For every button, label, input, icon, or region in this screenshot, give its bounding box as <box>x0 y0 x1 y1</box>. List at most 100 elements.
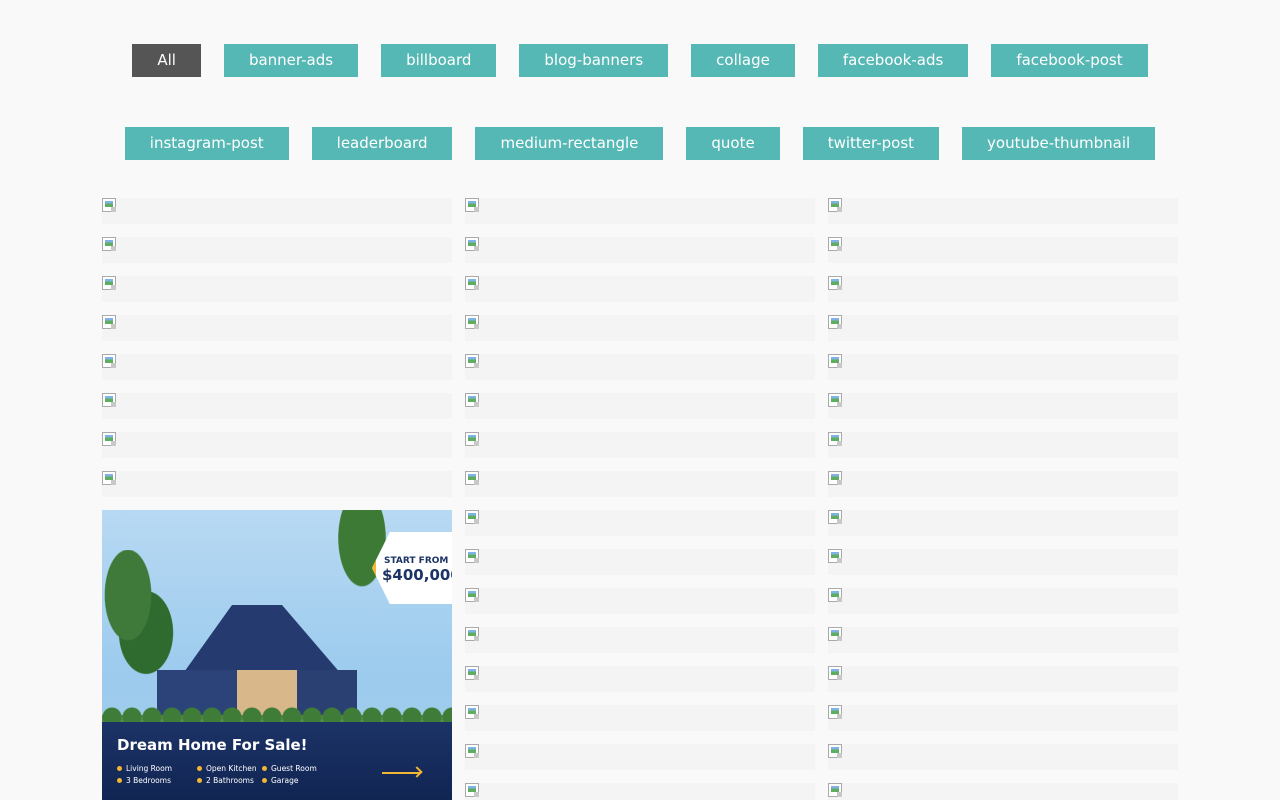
template-thumbnail[interactable] <box>465 783 815 800</box>
template-thumbnail[interactable] <box>828 432 1178 458</box>
filter-blog-banners-button[interactable]: blog-banners <box>519 44 669 77</box>
template-thumbnail[interactable] <box>465 354 815 380</box>
template-thumbnail[interactable] <box>465 510 815 536</box>
featured-template-card[interactable]: START FROM $400,000 Dream Home For Sale!… <box>102 510 452 800</box>
template-thumbnail[interactable] <box>102 198 452 224</box>
card-price-value: $400,000 <box>382 566 452 584</box>
template-thumbnail[interactable] <box>828 744 1178 770</box>
card-headline: Dream Home For Sale! <box>117 736 308 754</box>
broken-image-icon <box>828 744 842 758</box>
gallery-column-3 <box>828 198 1178 800</box>
card-amenity: Open Kitchen <box>197 764 262 773</box>
broken-image-icon <box>828 237 842 251</box>
template-thumbnail[interactable] <box>828 510 1178 536</box>
broken-image-icon <box>465 393 479 407</box>
template-thumbnail[interactable] <box>465 237 815 263</box>
arrow-right-icon <box>382 772 420 774</box>
filter-row-1: All banner-ads billboard blog-banners collag… <box>0 44 1280 77</box>
broken-image-icon <box>102 315 116 329</box>
card-amenity: Garage <box>262 776 342 785</box>
template-thumbnail[interactable] <box>828 393 1178 419</box>
template-thumbnail[interactable] <box>102 432 452 458</box>
broken-image-icon <box>102 276 116 290</box>
broken-image-icon <box>828 315 842 329</box>
template-thumbnail[interactable] <box>828 666 1178 692</box>
filter-youtube-thumbnail-button[interactable]: youtube-thumbnail <box>962 127 1156 160</box>
broken-image-icon <box>465 354 479 368</box>
template-thumbnail[interactable] <box>465 393 815 419</box>
template-thumbnail[interactable] <box>465 198 815 224</box>
template-thumbnail[interactable] <box>465 471 815 497</box>
broken-image-icon <box>465 237 479 251</box>
template-thumbnail[interactable] <box>465 705 815 731</box>
broken-image-icon <box>465 315 479 329</box>
template-thumbnail[interactable] <box>828 315 1178 341</box>
template-thumbnail[interactable] <box>828 276 1178 302</box>
template-thumbnail[interactable] <box>102 315 452 341</box>
template-thumbnail[interactable] <box>465 627 815 653</box>
filter-leaderboard-button[interactable]: leaderboard <box>311 127 453 160</box>
template-thumbnail[interactable] <box>465 549 815 575</box>
card-amenity: Living Room <box>117 764 197 773</box>
broken-image-icon <box>465 510 479 524</box>
filter-all-button[interactable]: All <box>132 44 201 77</box>
broken-image-icon <box>465 549 479 563</box>
gallery-column-2 <box>465 198 815 800</box>
template-thumbnail[interactable] <box>828 549 1178 575</box>
broken-image-icon <box>465 783 479 797</box>
broken-image-icon <box>828 705 842 719</box>
broken-image-icon <box>465 588 479 602</box>
template-thumbnail[interactable] <box>465 666 815 692</box>
broken-image-icon <box>828 627 842 641</box>
broken-image-icon <box>102 393 116 407</box>
broken-image-icon <box>828 783 842 797</box>
template-thumbnail[interactable] <box>102 276 452 302</box>
template-thumbnail[interactable] <box>465 432 815 458</box>
filter-facebook-post-button[interactable]: facebook-post <box>991 44 1148 77</box>
template-thumbnail[interactable] <box>828 237 1178 263</box>
template-thumbnail[interactable] <box>465 588 815 614</box>
template-thumbnail[interactable] <box>465 276 815 302</box>
template-thumbnail[interactable] <box>102 354 452 380</box>
filter-collage-button[interactable]: collage <box>691 44 795 77</box>
broken-image-icon <box>828 510 842 524</box>
broken-image-icon <box>465 705 479 719</box>
template-thumbnail[interactable] <box>102 393 452 419</box>
template-thumbnail[interactable] <box>828 783 1178 800</box>
template-thumbnail[interactable] <box>828 198 1178 224</box>
broken-image-icon <box>828 666 842 680</box>
template-thumbnail[interactable] <box>828 588 1178 614</box>
broken-image-icon <box>828 354 842 368</box>
template-thumbnail[interactable] <box>102 237 452 263</box>
broken-image-icon <box>828 588 842 602</box>
template-thumbnail[interactable] <box>102 471 452 497</box>
filter-instagram-post-button[interactable]: instagram-post <box>124 127 289 160</box>
broken-image-icon <box>828 432 842 446</box>
filter-row-2: instagram-post leaderboard medium-rectangl… <box>0 127 1280 160</box>
filter-quote-button[interactable]: quote <box>686 127 780 160</box>
card-amenities: Living Room Open Kitchen Guest Room 3 Be… <box>117 764 342 785</box>
template-thumbnail[interactable] <box>465 744 815 770</box>
broken-image-icon <box>102 432 116 446</box>
template-gallery: START FROM $400,000 Dream Home For Sale!… <box>102 198 1178 800</box>
template-thumbnail[interactable] <box>828 354 1178 380</box>
filter-medium-rectangle-button[interactable]: medium-rectangle <box>475 127 664 160</box>
filter-billboard-button[interactable]: billboard <box>381 44 497 77</box>
card-amenity: 2 Bathrooms <box>197 776 262 785</box>
broken-image-icon <box>465 432 479 446</box>
template-thumbnail[interactable] <box>828 471 1178 497</box>
broken-image-icon <box>465 627 479 641</box>
template-thumbnail[interactable] <box>828 627 1178 653</box>
gallery-column-1: START FROM $400,000 Dream Home For Sale!… <box>102 198 452 800</box>
filter-banner-ads-button[interactable]: banner-ads <box>223 44 359 77</box>
template-thumbnail[interactable] <box>828 705 1178 731</box>
card-info-panel <box>102 722 452 800</box>
broken-image-icon <box>465 198 479 212</box>
template-thumbnail[interactable] <box>465 315 815 341</box>
broken-image-icon <box>828 393 842 407</box>
broken-image-icon <box>102 198 116 212</box>
broken-image-icon <box>102 237 116 251</box>
filter-facebook-ads-button[interactable]: facebook-ads <box>817 44 969 77</box>
broken-image-icon <box>828 198 842 212</box>
filter-twitter-post-button[interactable]: twitter-post <box>802 127 940 160</box>
